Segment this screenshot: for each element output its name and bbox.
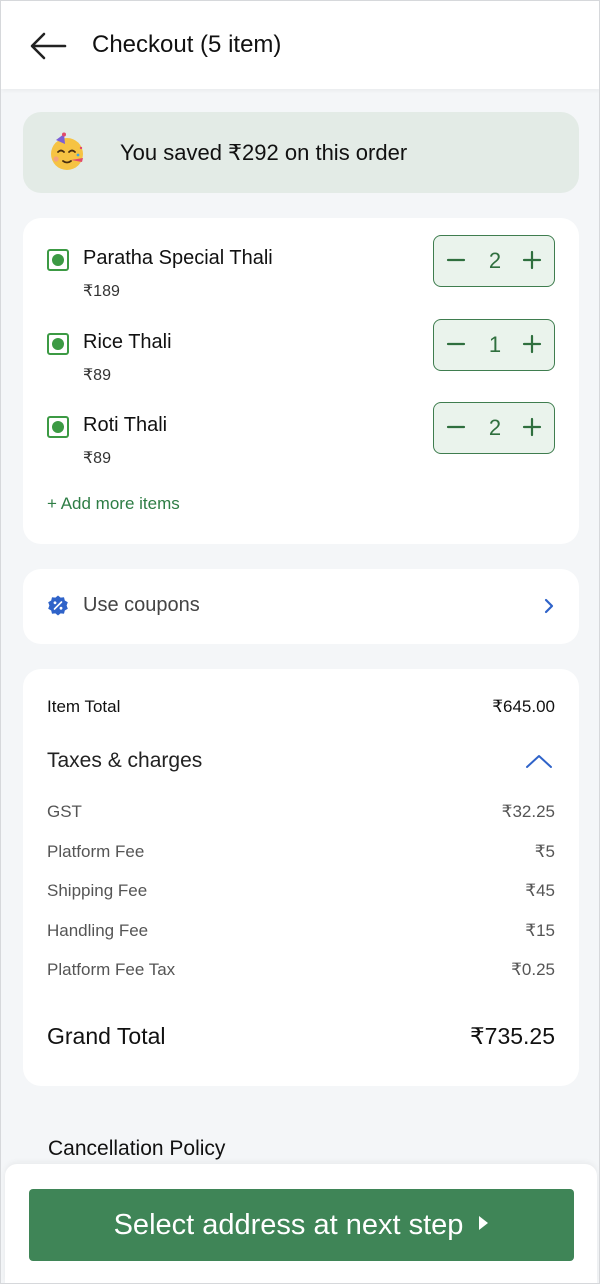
fee-value: ₹32.25 (501, 802, 555, 821)
select-address-label: Select address at next step (113, 1209, 464, 1241)
checkout-screen: Checkout (5 item) You saved ₹292 on this… (0, 0, 600, 1284)
fee-value: ₹45 (525, 881, 555, 900)
add-more-items-link[interactable]: + Add more items (47, 494, 180, 514)
taxes-charges-label: Taxes & charges (47, 749, 203, 772)
cart-item: Rice Thali ₹89 1 (23, 319, 579, 389)
cart-item: Roti Thali ₹89 2 (23, 402, 579, 472)
veg-indicator-icon (47, 333, 69, 355)
item-name: Rice Thali (83, 331, 172, 353)
cart-item: Paratha Special Thali ₹189 2 (23, 235, 579, 305)
item-total-label: Item Total (47, 697, 121, 716)
header: Checkout (5 item) (1, 1, 599, 89)
item-name: Paratha Special Thali (83, 247, 273, 269)
plus-icon[interactable] (522, 417, 542, 437)
grand-total-label: Grand Total (47, 1023, 166, 1049)
savings-text: You saved ₹292 on this order (120, 140, 408, 165)
chevron-up-icon[interactable] (525, 753, 553, 769)
fee-label: Platform Fee (47, 842, 145, 861)
fee-label: Platform Fee Tax (47, 960, 176, 979)
item-name: Roti Thali (83, 414, 168, 436)
item-total-value: ₹645.00 (492, 697, 555, 716)
coupon-badge-icon (48, 595, 68, 616)
checkout-footer: Select address at next step (5, 1164, 597, 1283)
item-price: ₹89 (83, 367, 111, 384)
select-address-button[interactable]: Select address at next step (29, 1189, 574, 1261)
savings-banner: You saved ₹292 on this order (23, 112, 579, 193)
page-title: Checkout (5 item) (92, 31, 282, 58)
item-price: ₹89 (83, 450, 111, 467)
quantity-stepper: 1 (433, 319, 555, 371)
caret-right-icon (479, 1216, 489, 1231)
fee-label: Handling Fee (47, 921, 149, 940)
chevron-right-icon (544, 598, 554, 614)
plus-icon[interactable] (522, 250, 542, 270)
fee-value: ₹15 (525, 921, 555, 940)
quantity-stepper: 2 (433, 235, 555, 287)
bill-details-card: Item Total ₹645.00 Taxes & charges GST ₹… (23, 669, 579, 1086)
party-face-emoji-icon (51, 132, 83, 170)
use-coupons-label: Use coupons (83, 594, 200, 616)
veg-indicator-icon (47, 249, 69, 271)
cancellation-policy-title: Cancellation Policy (48, 1137, 226, 1160)
plus-icon[interactable] (522, 334, 542, 354)
fee-value: ₹5 (534, 842, 555, 861)
veg-indicator-icon (47, 416, 69, 438)
quantity-stepper: 2 (433, 402, 555, 454)
cart-items-card: Paratha Special Thali ₹189 2 Rice Thali … (23, 218, 579, 544)
use-coupons-row[interactable]: Use coupons (23, 569, 579, 644)
fee-label: Shipping Fee (47, 881, 148, 900)
grand-total-value: ₹735.25 (470, 1023, 555, 1049)
item-price: ₹189 (83, 283, 120, 300)
back-arrow-icon[interactable] (29, 31, 67, 61)
fee-value: ₹0.25 (511, 960, 555, 979)
fee-label: GST (47, 802, 82, 821)
